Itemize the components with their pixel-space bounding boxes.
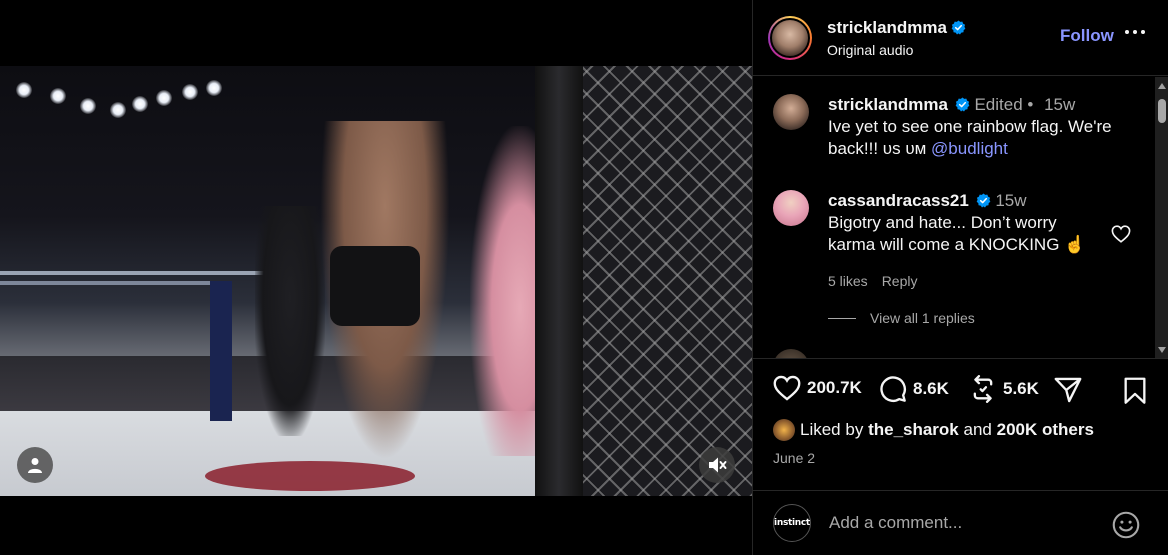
liked-by-others[interactable]: 200K others xyxy=(997,420,1094,440)
verified-badge-icon xyxy=(955,97,970,112)
cage-rope xyxy=(0,281,230,285)
share-button[interactable] xyxy=(1054,377,1088,403)
user-tag-icon xyxy=(28,458,42,473)
verified-badge-icon xyxy=(951,20,966,35)
separator-dot: • xyxy=(1027,95,1034,114)
mute-button[interactable] xyxy=(699,447,735,483)
reposts-count: 5.6K xyxy=(1003,379,1039,398)
media-viewer xyxy=(0,0,752,555)
view-replies-button[interactable]: View all 1 replies xyxy=(828,310,975,326)
more-options-icon[interactable] xyxy=(1125,30,1145,34)
caption-username[interactable]: stricklandmma xyxy=(828,95,948,114)
video-frame[interactable] xyxy=(0,66,752,496)
scrollbar-thumb[interactable] xyxy=(1158,99,1166,123)
comment-item-partial: brandonwilli_33 14w xyxy=(773,349,1011,359)
save-button[interactable] xyxy=(1123,377,1153,405)
comment-age[interactable]: 15w xyxy=(995,191,1026,210)
post-header: stricklandmma Original audio Follow xyxy=(753,0,1168,76)
view-replies-label: View all 1 replies xyxy=(870,310,975,326)
author-avatar[interactable] xyxy=(768,15,812,60)
liker-avatar[interactable] xyxy=(773,419,795,441)
verified-badge-icon xyxy=(976,193,990,208)
follow-button[interactable]: Follow xyxy=(1060,26,1114,46)
arena-lights xyxy=(10,74,240,118)
heart-icon xyxy=(773,375,801,401)
volume-muted-icon xyxy=(709,457,727,473)
caption-age[interactable]: 15w xyxy=(1044,95,1075,114)
bookmark-icon xyxy=(1124,377,1146,404)
comment-reply-button[interactable]: Reply xyxy=(882,270,918,292)
comment-age[interactable]: 14w xyxy=(981,358,1010,359)
caption-mention[interactable]: @budlight xyxy=(931,139,1008,158)
edited-label: Edited xyxy=(974,95,1023,114)
author-username[interactable]: stricklandmma xyxy=(827,18,947,38)
comments-count: 8.6K xyxy=(913,379,949,398)
comment-input[interactable]: Add a comment... xyxy=(829,513,962,533)
action-bar: 200.7K 8.6K 5.6K xyxy=(753,375,1168,415)
likes-count: 200.7K xyxy=(807,378,862,397)
comment-item: cassandracass21 15w Bigotry and hate... … xyxy=(773,190,1108,292)
heart-icon[interactable] xyxy=(1111,225,1131,243)
liked-by: Liked by the_sharok and 200K others xyxy=(773,419,1094,441)
corner-post xyxy=(210,281,232,421)
cage-fence xyxy=(580,66,752,496)
caption-avatar[interactable] xyxy=(773,94,809,130)
post-sidebar: stricklandmma Original audio Follow stri… xyxy=(752,0,1168,555)
audio-label[interactable]: Original audio xyxy=(827,42,966,58)
add-comment-bar: instinct Add a comment... xyxy=(753,490,1168,555)
mat-logo xyxy=(205,461,415,491)
repost-icon xyxy=(973,375,993,403)
scroll-up-arrow-icon[interactable] xyxy=(1158,83,1166,89)
emoji-icon[interactable] xyxy=(1112,511,1140,539)
scroll-down-arrow-icon[interactable] xyxy=(1158,347,1166,353)
comment-avatar[interactable] xyxy=(773,190,809,226)
repost-button[interactable]: 5.6K xyxy=(969,375,1039,403)
user-tag-button[interactable] xyxy=(17,447,53,483)
scrollbar[interactable] xyxy=(1155,77,1168,358)
comment-username[interactable]: cassandracass21 xyxy=(828,191,969,210)
comment-text: Bigotry and hate... Don’t worry karma wi… xyxy=(828,213,1086,254)
cage-rope xyxy=(0,271,270,275)
caption: stricklandmma Edited • 15w Ive yet to se… xyxy=(773,94,1128,160)
comments-list[interactable]: stricklandmma Edited • 15w Ive yet to se… xyxy=(753,77,1168,359)
fighter-shorts xyxy=(330,246,420,326)
post-date[interactable]: June 2 xyxy=(773,450,815,466)
liked-by-and: and xyxy=(963,420,992,439)
comment-button[interactable]: 8.6K xyxy=(879,375,949,403)
comment-icon xyxy=(880,376,906,402)
viewer-avatar[interactable]: instinct xyxy=(773,504,811,542)
cage-post xyxy=(535,66,583,496)
referee xyxy=(255,206,325,436)
comment-likes[interactable]: 5 likes xyxy=(828,270,868,292)
liked-by-user[interactable]: the_sharok xyxy=(868,420,959,440)
share-icon xyxy=(1054,377,1082,403)
comment-avatar[interactable] xyxy=(773,349,809,358)
like-button[interactable]: 200.7K xyxy=(773,375,862,401)
comment-username[interactable]: brandonwilli_33 xyxy=(828,357,956,358)
liked-by-prefix: Liked by xyxy=(800,420,864,439)
